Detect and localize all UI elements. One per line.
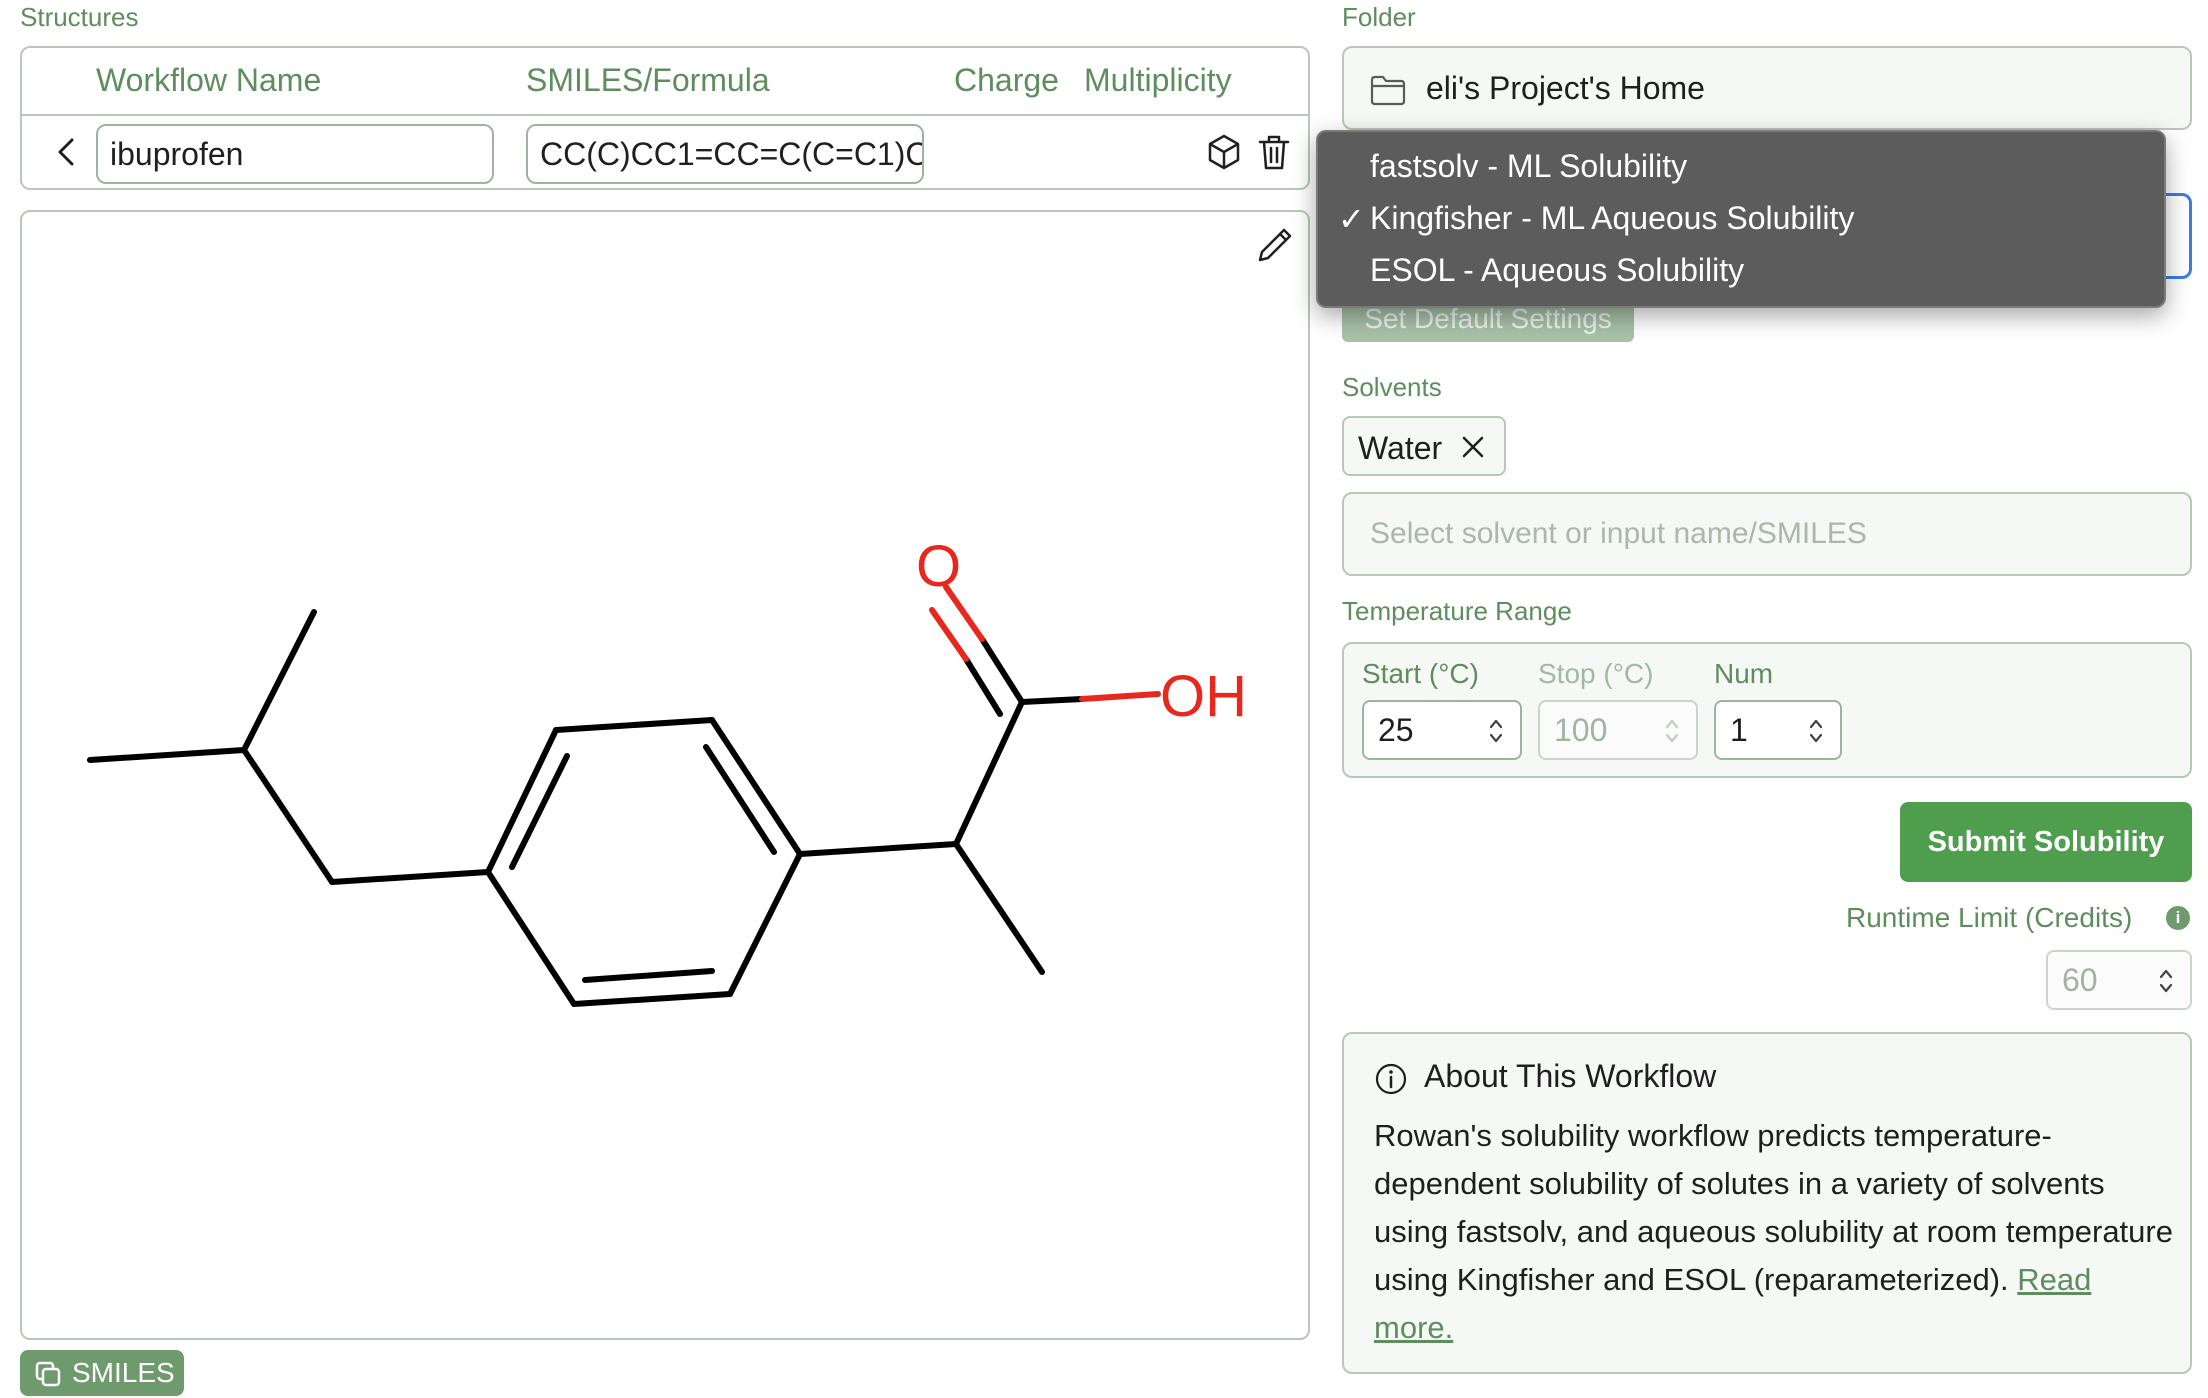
chevron-left-icon[interactable] [46,132,86,172]
info-icon [1375,1063,1407,1095]
folder-icon [1370,75,1406,106]
num-points-value: 1 [1730,712,1748,748]
stop-temp-value: 100 [1554,712,1608,748]
dropdown-option-esol[interactable]: ESOL - Aqueous Solubility [1370,252,1744,289]
structures-table: Workflow Name SMILES/Formula Charge Mult… [20,46,1310,190]
runtime-limit-label: Runtime Limit (Credits) [1846,902,2133,933]
dropdown-option-kingfisher[interactable]: Kingfisher - ML Aqueous Solubility [1370,200,1854,237]
start-temp-value: 25 [1378,712,1414,748]
stepper-icon[interactable] [1486,716,1506,746]
ibuprofen-structure: O OH [87,534,1247,1007]
folder-name: eli's Project's Home [1426,70,1705,106]
dropdown-option-fastsolv[interactable]: fastsolv - ML Solubility [1370,148,1687,185]
folder-section-label: Folder [1342,2,1416,32]
submit-solubility-button[interactable]: Submit Solubility [1900,802,2192,882]
structures-table-header: Workflow Name SMILES/Formula Charge Mult… [22,48,1308,116]
check-icon: ✓ [1338,201,1365,237]
solvent-chip-label: Water [1358,430,1443,466]
oxygen-atom-label: O [916,534,961,599]
molecule-viewer[interactable]: O OH [20,210,1310,1340]
solvents-section-label: Solvents [1342,372,1442,402]
smiles-field[interactable]: CC(C)CC1=CC=C(C=C1)C(C)C(=O)O [526,124,924,184]
copy-smiles-button[interactable]: SMILES [20,1350,184,1396]
stepper-icon [2159,969,2173,993]
header-charge: Charge [954,62,1059,98]
runtime-limit-value: 60 [2062,962,2098,998]
stop-temp-label: Stop (°C) [1538,658,1654,689]
folder-selector[interactable]: eli's Project's Home [1342,46,2192,130]
header-multiplicity: Multiplicity [1084,62,1232,98]
workflow-name-field[interactable]: ibuprofen [96,124,494,184]
solubility-workflow-page: Structures Workflow Name SMILES/Formula … [0,0,2208,1398]
temperature-range-box: Start (°C) Stop (°C) Num 25 100 1 [1342,642,2192,778]
header-workflow-name: Workflow Name [96,62,322,98]
structures-section-label: Structures [20,2,139,32]
runtime-limit-input: 60 [2046,950,2192,1010]
cube-icon[interactable] [1204,132,1244,172]
trash-icon[interactable] [1254,132,1294,172]
model-dropdown-menu: fastsolv - ML Solubility ✓ Kingfisher - … [1316,130,2166,308]
about-title: About This Workflow [1424,1058,1717,1094]
solvent-chip-water: Water [1342,416,1506,476]
solvent-search-input[interactable]: Select solvent or input name/SMILES [1342,492,2192,576]
num-label: Num [1714,658,1774,689]
temperature-section-label: Temperature Range [1342,596,1572,626]
start-temp-input[interactable]: 25 [1362,700,1522,760]
start-temp-label: Start (°C) [1362,658,1479,689]
stop-temp-input: 100 [1538,700,1698,760]
copy-icon [35,1361,61,1387]
stepper-icon[interactable] [1806,716,1826,746]
info-icon[interactable]: i [2166,906,2190,930]
hydroxyl-atom-label: OH [1160,664,1247,729]
stepper-icon [1665,719,1679,743]
num-points-input[interactable]: 1 [1714,700,1842,760]
about-workflow-panel: About This Workflow Rowan's solubility w… [1342,1032,2192,1374]
header-smiles: SMILES/Formula [526,62,770,98]
close-icon[interactable] [1460,434,1486,460]
about-description: Rowan's solubility workflow predicts tem… [1374,1112,2174,1352]
copy-smiles-label: SMILES [72,1357,175,1388]
